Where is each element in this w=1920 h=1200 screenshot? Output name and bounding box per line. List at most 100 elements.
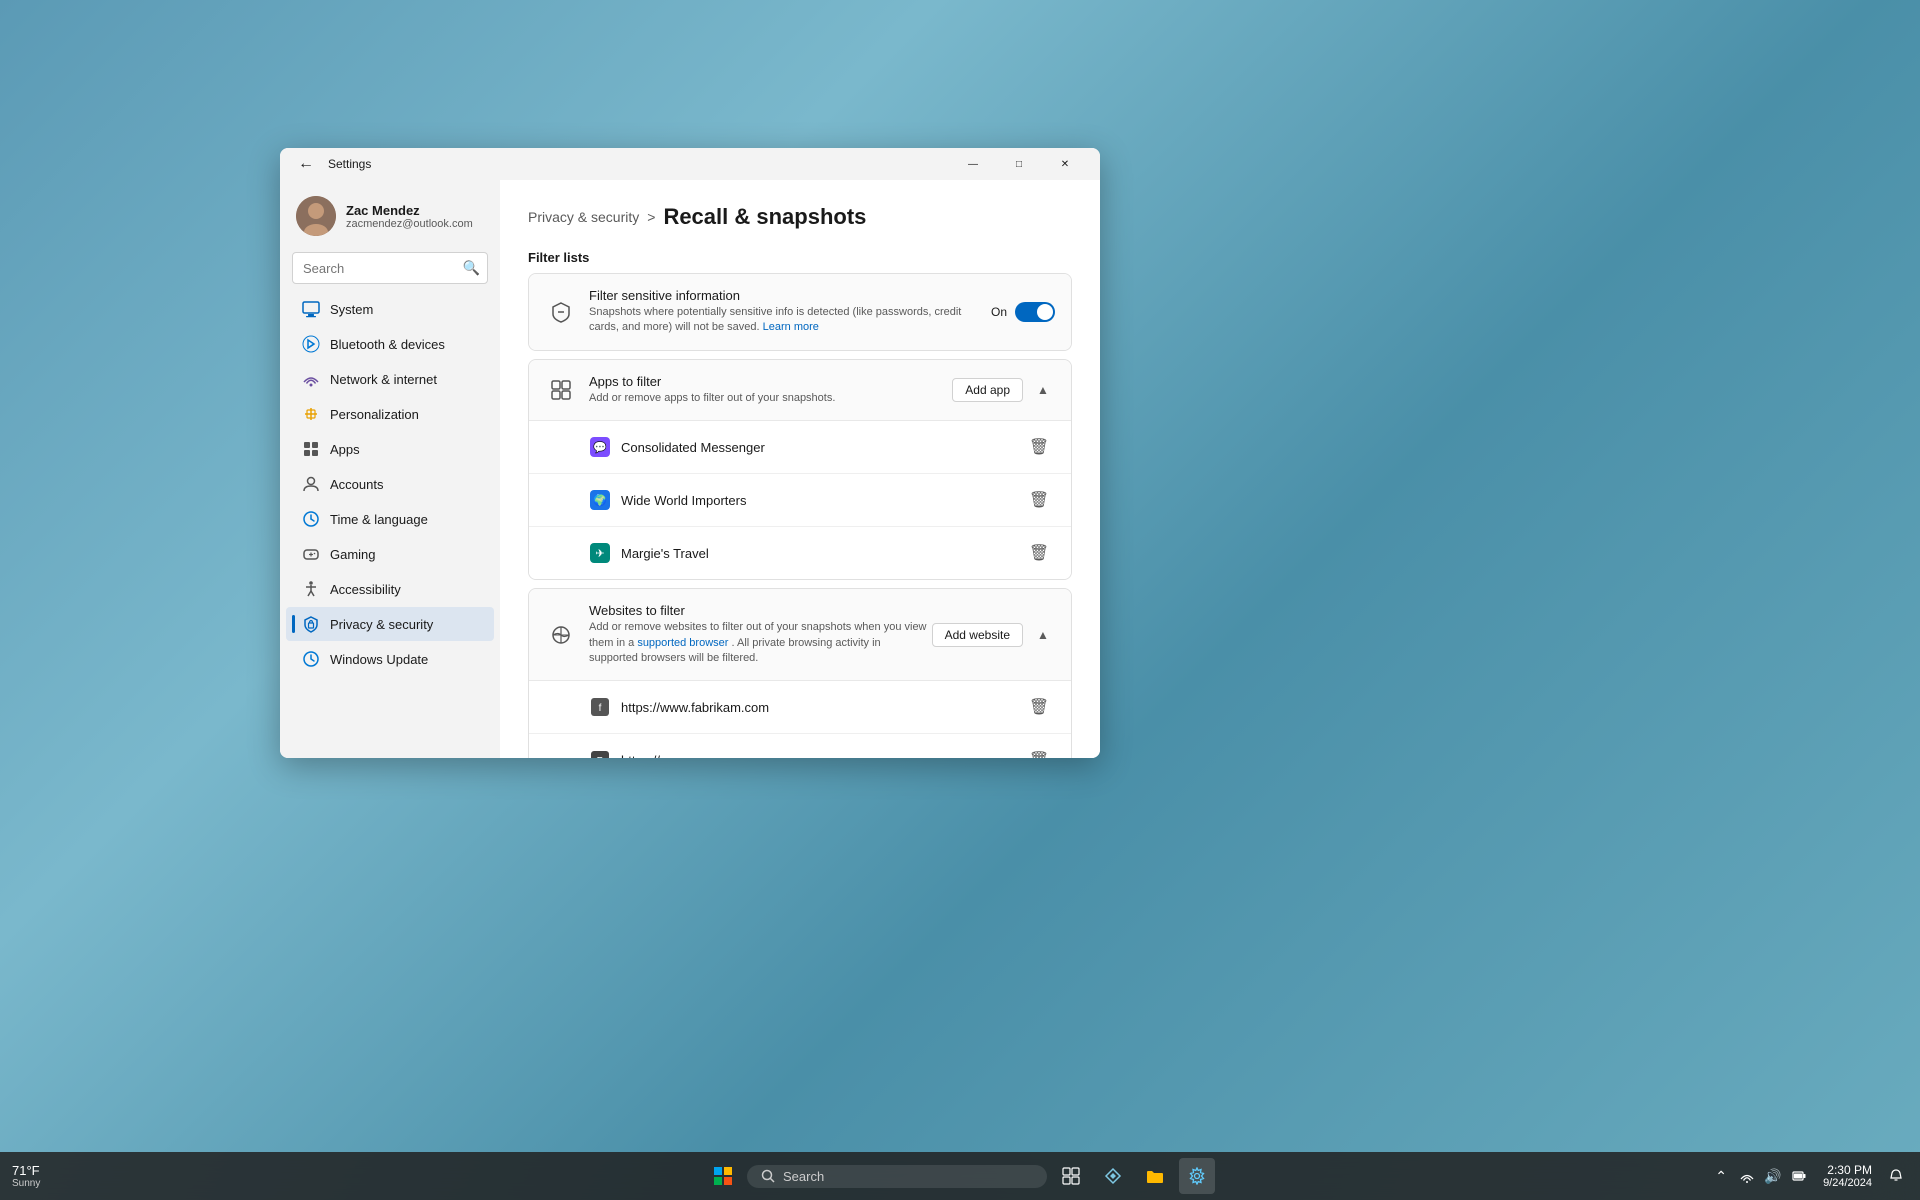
websites-to-filter-action: Add website ▲	[932, 623, 1055, 647]
bluetooth-icon	[302, 335, 320, 353]
sidebar-search-input[interactable]	[292, 252, 488, 284]
add-app-button[interactable]: Add app	[952, 378, 1023, 402]
task-view-button[interactable]	[1053, 1158, 1089, 1194]
site-icon-proseware: P	[589, 749, 611, 758]
apps-icon	[302, 440, 320, 458]
app-row-travel: ✈ Margie's Travel 🗑	[529, 527, 1071, 579]
sidebar-item-personalization[interactable]: Personalization	[286, 397, 494, 431]
title-bar: ← Settings — □ ✕	[280, 148, 1100, 180]
avatar	[296, 196, 336, 236]
clock-time: 2:30 PM	[1823, 1163, 1872, 1177]
websites-to-filter-desc: Add or remove websites to filter out of …	[589, 620, 932, 666]
sidebar-item-privacy[interactable]: Privacy & security	[286, 607, 494, 641]
apps-to-filter-header-row: Apps to filter Add or remove apps to fil…	[529, 360, 1071, 421]
breadcrumb-parent: Privacy & security	[528, 209, 639, 225]
sidebar-item-update[interactable]: Windows Update	[286, 642, 494, 676]
svg-text:✈: ✈	[595, 548, 604, 560]
sidebar-item-network-label: Network & internet	[330, 372, 437, 387]
settings-body: Zac Mendez zacmendez@outlook.com 🔍 Syste…	[280, 180, 1100, 758]
filter-sensitive-toggle[interactable]	[1015, 302, 1055, 322]
sidebar-item-apps-label: Apps	[330, 442, 360, 457]
taskbar-right: ⌃ 🔊 2:30 PM 9/24/2024	[1709, 1163, 1908, 1189]
filter-sensitive-icon	[545, 296, 577, 328]
network-tray-icon[interactable]	[1735, 1164, 1759, 1188]
title-bar-title: Settings	[328, 157, 371, 171]
sidebar-item-gaming-label: Gaming	[330, 547, 376, 562]
sidebar-item-accessibility-label: Accessibility	[330, 582, 401, 597]
breadcrumb-current: Recall & snapshots	[663, 204, 866, 230]
privacy-icon	[302, 615, 320, 633]
filter-sensitive-card: Filter sensitive information Snapshots w…	[528, 273, 1072, 351]
websites-to-filter-card: Websites to filter Add or remove website…	[528, 588, 1072, 758]
apps-to-filter-action: Add app ▲	[952, 378, 1055, 402]
websites-to-filter-text: Websites to filter Add or remove website…	[589, 603, 932, 666]
websites-to-filter-header-row: Websites to filter Add or remove website…	[529, 589, 1071, 681]
apps-to-filter-card: Apps to filter Add or remove apps to fil…	[528, 359, 1072, 580]
sidebar-item-gaming[interactable]: Gaming	[286, 537, 494, 571]
sidebar-item-apps[interactable]: Apps	[286, 432, 494, 466]
battery-tray-icon[interactable]	[1787, 1164, 1811, 1188]
filter-sensitive-title: Filter sensitive information	[589, 288, 991, 303]
websites-collapse-button[interactable]: ▲	[1031, 623, 1055, 647]
add-website-button[interactable]: Add website	[932, 623, 1023, 647]
supported-browser-link[interactable]: supported browser	[637, 637, 728, 649]
filter-sensitive-text: Filter sensitive information Snapshots w…	[589, 288, 991, 336]
filter-sensitive-learn-more[interactable]: Learn more	[763, 321, 819, 333]
site-row-proseware: P https://www.proseware.com 🗑	[529, 734, 1071, 758]
user-info: Zac Mendez zacmendez@outlook.com	[346, 203, 484, 230]
app-icon-consolidated: 💬	[589, 436, 611, 458]
sidebar-item-bluetooth[interactable]: Bluetooth & devices	[286, 327, 494, 361]
sidebar-item-personalization-label: Personalization	[330, 407, 419, 422]
start-button[interactable]	[705, 1158, 741, 1194]
personalization-icon	[302, 405, 320, 423]
filter-sensitive-row: Filter sensitive information Snapshots w…	[529, 274, 1071, 350]
apps-to-filter-icon	[545, 374, 577, 406]
delete-fabrikam-button[interactable]: 🗑	[1023, 691, 1055, 723]
sidebar-item-accessibility[interactable]: Accessibility	[286, 572, 494, 606]
site-url-proseware: https://www.proseware.com	[621, 753, 1023, 758]
app-name-importers: Wide World Importers	[621, 493, 1023, 508]
accessibility-icon	[302, 580, 320, 598]
delete-importers-button[interactable]: 🗑	[1023, 484, 1055, 516]
volume-tray-icon[interactable]: 🔊	[1761, 1164, 1785, 1188]
sidebar-item-bluetooth-label: Bluetooth & devices	[330, 337, 445, 352]
back-button[interactable]: ←	[292, 153, 320, 175]
websites-to-filter-title: Websites to filter	[589, 603, 932, 618]
sidebar-item-system[interactable]: System	[286, 292, 494, 326]
apps-to-filter-title: Apps to filter	[589, 374, 952, 389]
sidebar-item-time[interactable]: Time & language	[286, 502, 494, 536]
close-button[interactable]: ✕	[1042, 148, 1088, 180]
system-clock[interactable]: 2:30 PM 9/24/2024	[1815, 1163, 1880, 1189]
file-explorer-button[interactable]	[1137, 1158, 1173, 1194]
widgets-button[interactable]	[1095, 1158, 1131, 1194]
accounts-icon	[302, 475, 320, 493]
delete-proseware-button[interactable]: 🗑	[1023, 744, 1055, 758]
sidebar-item-privacy-label: Privacy & security	[330, 617, 433, 632]
user-profile: Zac Mendez zacmendez@outlook.com	[280, 188, 500, 252]
tray-chevron[interactable]: ⌃	[1709, 1164, 1733, 1188]
svg-text:🌍: 🌍	[593, 494, 607, 507]
settings-taskbar-button[interactable]	[1179, 1158, 1215, 1194]
sidebar-search-box: 🔍	[292, 252, 488, 284]
sidebar-item-accounts[interactable]: Accounts	[286, 467, 494, 501]
delete-consolidated-button[interactable]: 🗑	[1023, 431, 1055, 463]
taskbar-search[interactable]: Search	[747, 1165, 1047, 1188]
filter-sensitive-action: On	[991, 302, 1055, 322]
network-icon	[302, 370, 320, 388]
delete-travel-button[interactable]: 🗑	[1023, 537, 1055, 569]
breadcrumb-separator: >	[647, 209, 655, 225]
user-email: zacmendez@outlook.com	[346, 218, 484, 230]
apps-collapse-button[interactable]: ▲	[1031, 378, 1055, 402]
notification-button[interactable]	[1884, 1164, 1908, 1188]
section-filter-lists: Filter lists	[528, 250, 1072, 265]
minimize-button[interactable]: —	[950, 148, 996, 180]
main-content: Privacy & security > Recall & snapshots …	[500, 180, 1100, 758]
sidebar-item-update-label: Windows Update	[330, 652, 428, 667]
site-icon-fabrikam: f	[589, 696, 611, 718]
search-icon: 🔍	[463, 260, 480, 277]
maximize-button[interactable]: □	[996, 148, 1042, 180]
weather-info[interactable]: 71°F Sunny	[12, 1163, 40, 1189]
desktop: ← Settings — □ ✕	[0, 0, 1920, 1200]
system-tray: ⌃ 🔊	[1709, 1164, 1811, 1188]
sidebar-item-network[interactable]: Network & internet	[286, 362, 494, 396]
